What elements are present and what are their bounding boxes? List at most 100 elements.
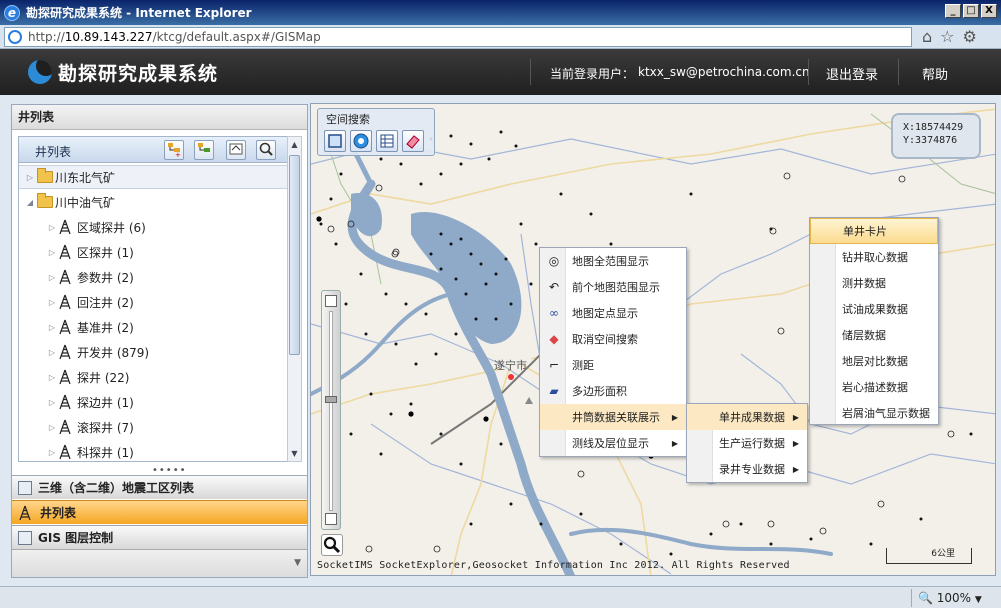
wellbore-data-submenu: 单井成果数据 ▶ 生产运行数据 ▶ 录井专业数据 ▶ (686, 403, 808, 483)
expand-tree-button[interactable]: + (164, 140, 184, 160)
expand-arrow-icon[interactable]: ▷ (47, 248, 57, 257)
submenu-arrow-icon: ▶ (792, 464, 799, 474)
settings-gear-icon[interactable]: ⚙ (963, 27, 977, 46)
magnifier-icon (323, 536, 341, 554)
menu-item-oil-test-results[interactable]: 试油成果数据 (810, 296, 938, 322)
menu-item-well-card[interactable]: 单井卡片 (810, 218, 938, 244)
menu-item-cuttings-shows[interactable]: 岩屑油气显示数据 (810, 400, 938, 426)
zoom-dropdown-icon[interactable]: ▼ (975, 595, 982, 605)
expand-arrow-icon[interactable]: ▷ (47, 273, 57, 282)
maximize-button[interactable]: □ (963, 4, 979, 18)
zoom-track[interactable] (329, 311, 333, 511)
tree-node-well-type[interactable]: ▷ 区域探井 (6) (19, 215, 146, 239)
url-field[interactable]: http://10.89.143.227/ktcg/default.aspx#/… (4, 26, 912, 47)
submenu-arrow-icon: ▶ (671, 438, 678, 448)
menu-item-production-data[interactable]: 生产运行数据 ▶ (687, 430, 807, 456)
magnify-button[interactable] (321, 534, 343, 556)
menu-item-polygon-area[interactable]: ▰ 多边形面积 (540, 378, 686, 404)
circle-select-button[interactable] (350, 130, 372, 152)
menu-item-mud-logging-data[interactable]: 录井专业数据 ▶ (687, 456, 807, 482)
tree-node-label: 区域探井 (6) (77, 220, 146, 235)
zoom-slider[interactable] (321, 290, 341, 530)
zoom-out-icon[interactable] (325, 513, 337, 525)
svg-text:+: + (175, 151, 181, 157)
well-list-toolbar: 井列表 + (19, 137, 287, 163)
accordion-gis-layer-control[interactable]: GIS 图层控制 (12, 525, 307, 549)
folder-open-icon (37, 193, 53, 208)
polygon-icon: ▰ (549, 384, 559, 398)
folder-icon (37, 168, 53, 183)
window-controls: _ □ X (945, 4, 997, 18)
expand-arrow-icon[interactable]: ▷ (47, 448, 57, 457)
accordion-label: 三维（含二维）地震工区列表 (38, 481, 195, 495)
scroll-up-arrow-icon[interactable]: ▲ (288, 137, 301, 152)
home-icon[interactable]: ⌂ (922, 27, 932, 46)
menu-item-wellbore-data[interactable]: 井筒数据关联展示 ▶ (540, 404, 686, 430)
menu-item-full-extent[interactable]: ◎ 地图全范围显示 (540, 248, 686, 274)
zoom-level-control[interactable]: 🔍 100% ▼ (911, 589, 993, 607)
expand-arrow-icon[interactable]: ▷ (47, 223, 57, 232)
menu-item-locate-point[interactable]: ∞ 地图定点显示 (540, 300, 686, 326)
collapse-tree-button[interactable] (194, 140, 214, 160)
tree-node-chuanzhong[interactable]: ◢ 川中油气矿 (19, 190, 115, 214)
close-button[interactable]: X (981, 4, 997, 18)
search-button[interactable] (256, 140, 276, 160)
tree-node-well-type[interactable]: ▷ 开发井 (879) (19, 340, 149, 364)
accordion-well-list[interactable]: 井列表 (12, 500, 307, 524)
clear-search-button[interactable] (402, 130, 424, 152)
menu-item-reservoir-data[interactable]: 储层数据 (810, 322, 938, 348)
circle-select-icon (353, 133, 369, 149)
url-path: /ktcg/default.aspx#/GISMap (152, 29, 321, 44)
tree-node-well-type[interactable]: ▷ 探井 (22) (19, 365, 129, 389)
scrollbar-thumb[interactable] (289, 155, 300, 355)
scroll-down-arrow-icon[interactable]: ▼ (288, 446, 301, 461)
menu-item-logging-data[interactable]: 测井数据 (810, 270, 938, 296)
favorites-star-icon[interactable]: ☆ (940, 27, 954, 46)
minimize-button[interactable]: _ (945, 4, 961, 18)
window-title: 勘探研究成果系统 - Internet Explorer (26, 6, 252, 20)
tree-node-well-type[interactable]: ▷ 基准井 (2) (19, 315, 134, 339)
expand-arrow-icon[interactable]: ▷ (47, 398, 57, 407)
tree-node-well-type[interactable]: ▷ 回注井 (2) (19, 290, 134, 314)
export-button[interactable] (226, 140, 246, 160)
tree-node-well-type[interactable]: ▷ 区探井 (1) (19, 240, 134, 264)
expand-arrow-icon[interactable]: ▷ (47, 423, 57, 432)
menu-item-core-description[interactable]: 岩心描述数据 (810, 374, 938, 400)
expand-arrow-icon[interactable]: ▷ (47, 298, 57, 307)
zoom-knob[interactable] (325, 396, 337, 403)
menu-item-previous-extent[interactable]: ↶ 前个地图范围显示 (540, 274, 686, 300)
submenu-arrow-icon: ▶ (792, 412, 799, 422)
menu-item-cancel-spatial-search[interactable]: ◆ 取消空间搜索 (540, 326, 686, 352)
expand-arrow-icon[interactable]: ▷ (47, 373, 57, 382)
menu-item-measure-distance[interactable]: ⌐ 测距 (540, 352, 686, 378)
tree-node-chuandongbei[interactable]: ▷ 川东北气矿 (19, 165, 287, 189)
collapse-arrow-icon[interactable]: ◢ (25, 198, 35, 207)
map-copyright: SocketIMS SocketExplorer,Geosocket Infor… (317, 560, 790, 571)
expand-arrow-icon[interactable]: ▷ (47, 323, 57, 332)
menu-item-coring-data[interactable]: 钻井取心数据 (810, 244, 938, 270)
tree-node-well-type[interactable]: ▷ 参数井 (2) (19, 265, 134, 289)
menu-item-single-well-results[interactable]: 单井成果数据 ▶ (687, 404, 807, 430)
url-protocol: http:// (28, 29, 65, 44)
menu-item-seismic-line-display[interactable]: 测线及层位显示 ▶ (540, 430, 686, 456)
tree-scrollbar[interactable]: ▲ ▼ (287, 136, 302, 462)
tree-node-well-type[interactable]: ▷ 科探井 (1) (19, 440, 134, 464)
tree-node-label: 探井 (22) (77, 370, 130, 385)
accordion-seismic-survey-list[interactable]: 三维（含二维）地震工区列表 (12, 475, 307, 499)
rectangle-select-button[interactable] (324, 130, 346, 152)
coord-y: Y:3374876 (903, 135, 958, 146)
help-link[interactable]: 帮助 (922, 64, 948, 83)
well-list-label: 井列表 (35, 145, 72, 159)
tree-node-well-type[interactable]: ▷ 探边井 (1) (19, 390, 134, 414)
dropdown-arrow-icon[interactable]: ▼ (294, 558, 301, 568)
zoom-in-icon[interactable] (325, 295, 337, 307)
accordion-footer: ▼ (12, 549, 307, 577)
tree-node-well-type[interactable]: ▷ 滚探井 (7) (19, 415, 134, 439)
attribute-search-button[interactable] (376, 130, 398, 152)
menu-item-stratigraphic-correlation[interactable]: 地层对比数据 (810, 348, 938, 374)
expand-arrow-icon[interactable]: ▷ (47, 348, 57, 357)
oil-derrick-icon (59, 419, 71, 435)
expand-arrow-icon[interactable]: ▷ (25, 173, 35, 182)
window-title-bar: e 勘探研究成果系统 - Internet Explorer _ □ X (0, 0, 1001, 25)
logout-link[interactable]: 退出登录 (826, 64, 878, 83)
